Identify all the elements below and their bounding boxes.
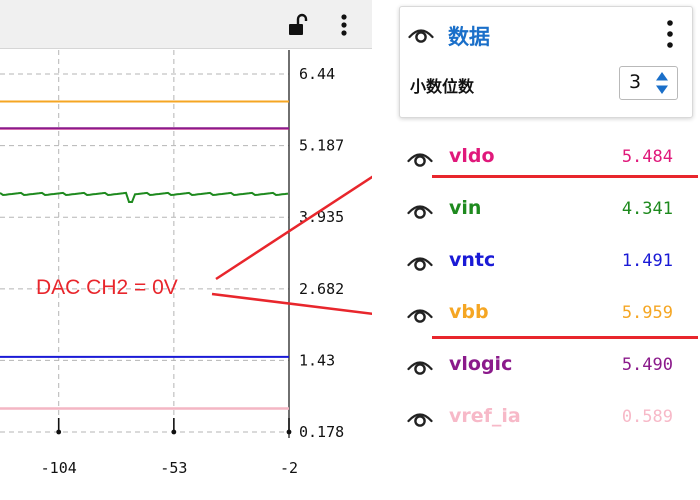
eye-icon[interactable]: [407, 149, 433, 167]
more-options-icon[interactable]: [332, 12, 356, 38]
eye-icon[interactable]: [407, 357, 433, 375]
eye-icon[interactable]: [407, 409, 433, 427]
y-tick-label: 5.187: [299, 137, 344, 155]
x-tick-dot: [286, 429, 292, 435]
x-axis-ticks: -104 -53 -2: [41, 418, 298, 477]
signal-name: vldo: [449, 145, 495, 167]
signal-name: vlogic: [449, 353, 513, 375]
signal-row-vref-ia[interactable]: vref_ia 0.589: [399, 396, 691, 440]
highlight-underline-vldo: [432, 175, 698, 178]
signal-row-vbb[interactable]: vbb 5.959: [399, 292, 691, 336]
decimals-label: 小数位数: [410, 77, 475, 96]
eye-icon[interactable]: [407, 201, 433, 219]
highlight-underline-vbb: [432, 336, 698, 339]
signal-name: vbb: [449, 301, 489, 323]
data-card: 数据 小数位数 3: [399, 6, 693, 118]
y-tick-label: 2.682: [299, 280, 344, 298]
signal-value: 5.484: [621, 147, 673, 167]
x-tick-dot: [171, 429, 177, 435]
signal-value: 5.959: [621, 303, 673, 323]
y-tick-label: 1.43: [299, 351, 335, 369]
panel-title: 数据: [448, 25, 490, 49]
eye-icon[interactable]: [408, 25, 434, 43]
plot-panel[interactable]: 6.44 5.187 3.935 2.682 1.43 0.178 -104 -53 -2: [0, 0, 372, 500]
decimals-value[interactable]: 3: [620, 71, 650, 93]
y-tick-label: 3.935: [299, 208, 344, 226]
signal-value: 0.589: [621, 407, 673, 427]
x-tick-label: -53: [160, 459, 187, 477]
signal-row-vlogic[interactable]: vlogic 5.490: [399, 344, 691, 388]
x-tick-label: -104: [41, 459, 77, 477]
signal-name: vin: [449, 197, 482, 219]
signal-row-vntc[interactable]: vntc 1.491: [399, 240, 691, 284]
x-tick-label: -2: [280, 459, 298, 477]
signal-value: 1.491: [621, 251, 673, 271]
panel-more-icon[interactable]: [662, 17, 678, 51]
signal-name: vref_ia: [449, 405, 521, 427]
signal-name: vntc: [449, 249, 496, 271]
data-panel: 数据 小数位数 3 vldo 5.484 vin 4.341 vntc 1.491 vbb 5…: [372, 0, 700, 500]
decimals-stepper[interactable]: 3: [619, 66, 678, 100]
y-axis-ticks: 6.44 5.187 3.935 2.682 1.43 0.178: [299, 65, 344, 441]
y-tick-label: 0.178: [299, 423, 344, 441]
signal-value: 5.490: [621, 355, 673, 375]
signal-value: 4.341: [621, 199, 673, 219]
signal-row-vldo[interactable]: vldo 5.484: [399, 136, 691, 180]
stepper-arrows-icon[interactable]: [652, 71, 672, 95]
signal-row-vin[interactable]: vin 4.341: [399, 188, 691, 232]
y-tick-label: 6.44: [299, 65, 335, 83]
plot-series: [0, 100, 289, 410]
series-line-vin: [0, 191, 289, 203]
eye-icon[interactable]: [407, 253, 433, 271]
plot-grid: [0, 50, 290, 438]
plot-toolbar: [0, 0, 372, 49]
unlock-icon[interactable]: [286, 12, 310, 38]
eye-icon[interactable]: [407, 305, 433, 323]
plot-canvas[interactable]: 6.44 5.187 3.935 2.682 1.43 0.178 -104 -53 -2: [0, 0, 372, 500]
x-tick-dot: [56, 429, 62, 435]
